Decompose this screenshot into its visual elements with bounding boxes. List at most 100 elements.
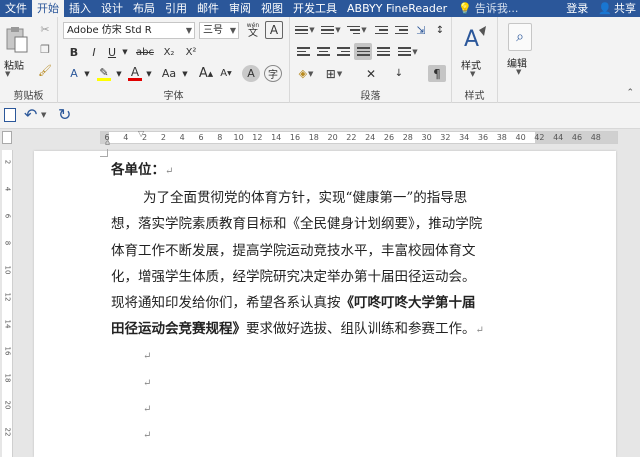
chinese-layout-icon[interactable]: ✕ [362, 65, 380, 82]
highlight-color-bar [97, 77, 111, 81]
char-shading-button[interactable]: A [242, 65, 260, 82]
share-label: 共享 [614, 2, 636, 15]
tab-file[interactable]: 文件 [0, 0, 32, 17]
bold-button[interactable]: B [66, 44, 82, 60]
align-left-button[interactable] [294, 43, 312, 60]
editing-button[interactable]: ⌕ [508, 23, 532, 51]
highlighter-icon: ✎ [99, 65, 109, 79]
paste-button[interactable] [2, 23, 32, 57]
decrease-indent-button[interactable] [372, 22, 390, 38]
asian-layout-icon[interactable]: ⇲ [412, 22, 430, 38]
align-left-icon [296, 47, 310, 56]
line-spacing-button[interactable]: ▼ [396, 43, 420, 60]
tab-layout[interactable]: 布局 [128, 0, 160, 17]
vertical-ruler[interactable]: 2 4 6 8 10 12 14 16 18 20 22 [2, 150, 13, 457]
strikethrough-button[interactable]: abc [134, 44, 156, 60]
tab-references[interactable]: 引用 [160, 0, 192, 17]
enclose-char-button[interactable]: 字 [264, 65, 282, 82]
vruler-tick-label: 20 [3, 400, 12, 410]
tab-developer[interactable]: 开发工具 [288, 0, 342, 17]
styles-group: A 样式 ▼ 样式 [452, 17, 498, 103]
vruler-tick-label: 14 [3, 319, 12, 329]
document-page[interactable]: 各单位：↵ 为了全面贯彻党的体育方针，实现“健康第一”的指导思 想，落实学院素质… [34, 149, 616, 457]
sort-az-icon[interactable]: ↓ [390, 65, 408, 82]
editing-dropdown-icon[interactable]: ▼ [516, 68, 521, 76]
ruler-tick-label: 34 [459, 133, 470, 142]
paste-dropdown-icon[interactable]: ▼ [5, 70, 10, 78]
font-name-value: Adobe 仿宋 Std R [67, 25, 152, 36]
shading-button[interactable]: ◈ ▼ [294, 65, 318, 82]
justify-button[interactable] [354, 43, 372, 60]
vruler-tick-label: 8 [3, 240, 12, 246]
change-case-button[interactable]: Aa [158, 65, 180, 82]
ruler-tick-label: 6 [104, 133, 110, 142]
underline-dropdown-icon[interactable]: ▼ [120, 44, 130, 60]
chevron-down-icon: ▼ [229, 26, 236, 35]
font-size-box[interactable]: 三号 ▼ [199, 22, 239, 39]
document-body[interactable]: 各单位：↵ 为了全面贯彻党的体育方针，实现“健康第一”的指导思 想，落实学院素质… [111, 157, 555, 449]
editing-group: ⌕ 编辑 ▼ [498, 17, 542, 103]
collapse-ribbon-icon[interactable]: ⌃ [626, 88, 634, 98]
subscript-button[interactable]: X₂ [160, 44, 178, 60]
highlight-dropdown-icon[interactable]: ▼ [114, 65, 124, 82]
styles-dropdown-icon[interactable]: ▼ [470, 70, 475, 78]
paragraph-group-label: 段落 [360, 91, 381, 102]
change-case-dropdown-icon[interactable]: ▼ [180, 65, 190, 82]
tab-abbyy[interactable]: ABBYY FineReader [342, 0, 452, 17]
tab-selector[interactable] [2, 131, 12, 144]
tell-me-box[interactable]: 💡 告诉我... [452, 0, 524, 17]
wen-icon: 文 [248, 28, 258, 39]
italic-button[interactable]: I [86, 44, 102, 60]
font-color-dropdown-icon[interactable]: ▼ [144, 65, 154, 82]
shrink-font-button[interactable]: A ▼ [218, 65, 234, 82]
font-name-box[interactable]: Adobe 仿宋 Std R ▼ [63, 22, 195, 39]
undo-icon[interactable]: ↶ [24, 105, 37, 124]
sort-icon[interactable]: ↕ [432, 22, 448, 38]
text-effects-button[interactable]: A [66, 65, 82, 82]
copy-icon[interactable]: ❐ [36, 41, 54, 58]
highlight-button[interactable]: ✎ [94, 65, 114, 82]
save-icon[interactable] [4, 108, 16, 122]
format-painter-icon[interactable]: 🖌 [36, 62, 54, 79]
char-border-icon: A [269, 23, 279, 37]
tab-mailings[interactable]: 邮件 [192, 0, 224, 17]
tab-review[interactable]: 审阅 [224, 0, 256, 17]
char-shading-icon: A [247, 67, 255, 80]
tab-view[interactable]: 视图 [256, 0, 288, 17]
horizontal-ruler[interactable]: ▽ ⌂ 6 4 2 2 4 6 8 10 12 14 16 18 20 22 24 26 28 30 32 34 36 3… [100, 129, 618, 147]
tab-design[interactable]: 设计 [96, 0, 128, 17]
undo-dropdown-icon[interactable]: ▼ [41, 111, 46, 119]
salutation: 各单位： [111, 162, 165, 178]
show-marks-icon[interactable]: ¶ [428, 65, 446, 82]
numbering-button[interactable]: ▼ [320, 22, 342, 38]
ruler-tick-label: 46 [571, 133, 583, 142]
align-center-button[interactable] [314, 43, 332, 60]
align-right-button[interactable] [334, 43, 352, 60]
styles-button[interactable]: A [460, 23, 490, 55]
login-button[interactable]: 登录 [560, 0, 594, 17]
ruler-tick-label: 42 [534, 133, 545, 142]
increase-indent-button[interactable] [392, 22, 410, 38]
redo-icon[interactable]: ↻ [58, 105, 71, 124]
superscript-button[interactable]: X² [182, 44, 200, 60]
tab-home[interactable]: 开始 [32, 0, 64, 17]
text-effects-dropdown-icon[interactable]: ▼ [82, 65, 92, 82]
body-line: 化，增强学生体质，经学院研究决定举办第十届田径运动会。 [111, 268, 476, 285]
vruler-tick-label: 2 [3, 159, 12, 165]
tab-insert[interactable]: 插入 [64, 0, 96, 17]
font-color-icon: A [130, 65, 140, 79]
char-border-button[interactable]: A [265, 21, 283, 39]
underline-button[interactable]: U [104, 44, 120, 60]
borders-button[interactable]: ⊞ ▼ [322, 65, 346, 82]
multilevel-list-button[interactable]: ▼ [346, 22, 368, 38]
distributed-button[interactable] [374, 43, 392, 60]
ruler-tick-label: 40 [515, 133, 526, 142]
share-button[interactable]: 👤 共享 [594, 0, 640, 17]
cut-icon[interactable]: ✂ [36, 21, 54, 38]
font-color-button[interactable]: A [126, 65, 144, 82]
bullets-button[interactable]: ▼ [294, 22, 316, 38]
phonetic-guide-button[interactable]: wén 文 [243, 21, 263, 39]
distributed-icon [376, 47, 390, 56]
ruler-tick-label: 44 [553, 133, 564, 142]
grow-font-button[interactable]: A ▲ [198, 65, 214, 82]
